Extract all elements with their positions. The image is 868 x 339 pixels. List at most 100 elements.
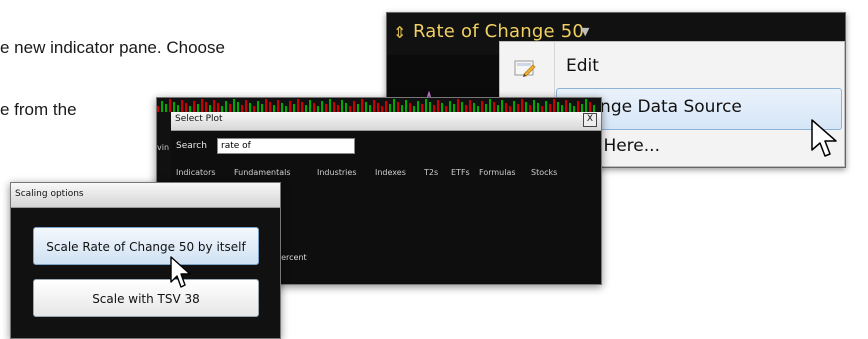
volume-bar (353, 101, 355, 112)
volume-bar (569, 103, 571, 112)
volume-bar (181, 100, 183, 112)
tab-indexes[interactable]: Indexes (375, 168, 406, 177)
volume-bar (361, 99, 363, 112)
volume-bar (545, 101, 547, 112)
menu-item-edit[interactable]: Edit (500, 48, 844, 88)
volume-bar (457, 99, 459, 112)
volume-bar (561, 105, 563, 112)
scaling-options-title: Scaling options (15, 189, 84, 199)
volume-bar (233, 99, 235, 112)
tab-t2s[interactable]: T2s (424, 168, 438, 177)
volume-bar (169, 99, 171, 112)
volume-bar (529, 105, 531, 112)
tab-formulas[interactable]: Formulas (479, 168, 516, 177)
volume-bar (341, 100, 343, 112)
volume-bar (173, 102, 175, 112)
volume-bar (373, 100, 375, 112)
doc-text-line-2: e from the (0, 100, 77, 119)
volume-bar (257, 101, 259, 112)
volume-bar (209, 105, 211, 112)
volume-bar (281, 103, 283, 112)
volume-bar (385, 101, 387, 112)
dropdown-arrow-icon[interactable]: ▼ (581, 25, 589, 38)
volume-bar (397, 102, 399, 112)
volume-bar (269, 102, 271, 112)
volume-bar (593, 105, 595, 112)
volume-bar (165, 104, 167, 112)
volume-bar (157, 106, 159, 112)
volume-bar (369, 105, 371, 112)
volume-bar (313, 103, 315, 112)
volume-bar (217, 103, 219, 112)
mouse-cursor-icon (170, 256, 191, 288)
volume-bar (497, 105, 499, 112)
volume-bar (469, 100, 471, 112)
volume-bar (577, 101, 579, 112)
volume-bar (489, 99, 491, 112)
search-label: Search (176, 141, 207, 151)
volume-bar (589, 102, 591, 112)
volume-bar (473, 103, 475, 112)
doc-text-line-1: e new indicator pane. Choose (0, 38, 225, 57)
volume-bar (549, 104, 551, 112)
volume-bar (405, 100, 407, 112)
tab-etfs[interactable]: ETFs (451, 168, 470, 177)
plot-tabs: Indicators Fundamentals Industries Index… (176, 168, 597, 182)
scale-with-tsv-button[interactable]: Scale with TSV 38 (33, 279, 259, 317)
volume-bar (433, 105, 435, 112)
indicator-title[interactable]: Rate of Change 50 (413, 21, 584, 42)
scaling-options-window: Scaling options Scale Rate of Change 50 … (10, 182, 281, 339)
volume-bar (161, 101, 163, 112)
volume-bar (437, 100, 439, 112)
volume-bar (185, 103, 187, 112)
volume-bar (193, 101, 195, 112)
volume-bar (325, 104, 327, 112)
volume-bar (417, 101, 419, 112)
volume-bar (493, 102, 495, 112)
scaling-options-header: Scaling options (11, 183, 280, 208)
volume-bar (213, 100, 215, 112)
volume-bar (517, 104, 519, 112)
volume-bar (481, 101, 483, 112)
select-plot-title: Select Plot (175, 114, 223, 124)
volume-bar (321, 101, 323, 112)
volume-bar (329, 99, 331, 112)
volume-bar (197, 104, 199, 112)
volume-bar (309, 100, 311, 112)
tab-indicators[interactable]: Indicators (176, 168, 216, 177)
volume-bar (393, 99, 395, 112)
volume-bar (293, 104, 295, 112)
menu-label-edit: Edit (566, 56, 599, 76)
search-input[interactable] (217, 138, 355, 154)
volume-bar (201, 99, 203, 112)
volume-bar (585, 99, 587, 112)
scale-by-itself-button[interactable]: Scale Rate of Change 50 by itself (33, 227, 259, 265)
volume-strip (157, 98, 601, 112)
volume-bar (553, 99, 555, 112)
close-icon[interactable]: X (583, 113, 597, 127)
volume-bar (261, 104, 263, 112)
volume-bar (289, 101, 291, 112)
left-stub-text: vin (157, 143, 170, 152)
volume-bar (265, 99, 267, 112)
tab-fundamentals[interactable]: Fundamentals (234, 168, 291, 177)
volume-bar (249, 103, 251, 112)
volume-bar (297, 99, 299, 112)
volume-bar (409, 103, 411, 112)
tab-industries[interactable]: Industries (317, 168, 356, 177)
tab-stocks[interactable]: Stocks (531, 168, 557, 177)
volume-bar (501, 100, 503, 112)
volume-bar (277, 100, 279, 112)
volume-bar (465, 105, 467, 112)
sort-icon[interactable]: ⇕ (393, 23, 407, 43)
volume-bar (525, 102, 527, 112)
volume-bar (357, 104, 359, 112)
volume-bar (537, 103, 539, 112)
volume-bar (533, 100, 535, 112)
volume-bar (421, 104, 423, 112)
volume-bar (485, 104, 487, 112)
volume-bar (389, 104, 391, 112)
volume-bar (273, 105, 275, 112)
volume-bar (237, 102, 239, 112)
volume-bar (441, 103, 443, 112)
